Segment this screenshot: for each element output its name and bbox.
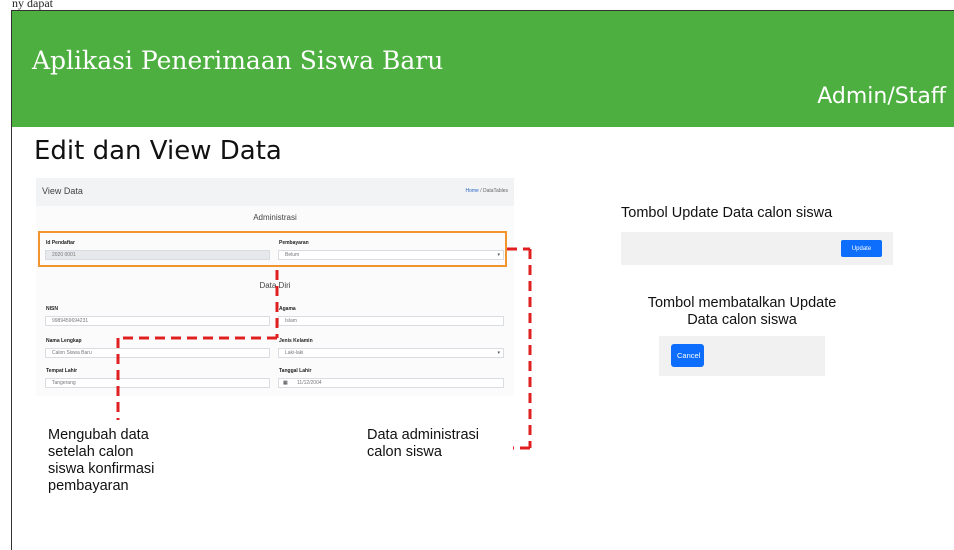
agama-label: Agama [279, 306, 296, 312]
edit-note-line: Mengubah data [48, 427, 149, 443]
cancel-caption-line: Tombol membatalkan Update [647, 295, 837, 311]
view-data-screenshot: View Data Home / DataTables Administrasi… [36, 178, 514, 396]
cancel-button[interactable]: Cancel [671, 344, 704, 367]
breadcrumb-home-link[interactable]: Home [465, 188, 478, 194]
admin-note: Data administrasi calon siswa [367, 427, 479, 461]
tanggal-lahir-value: 11/12/2004 [297, 380, 322, 386]
app-title: Aplikasi Penerimaan Siswa Baru [32, 46, 444, 75]
tanggal-lahir-field[interactable]: ▦ 11/12/2004 [278, 378, 504, 388]
tempat-lahir-field[interactable]: Tangerang [45, 378, 270, 388]
jenis-kelamin-label: Jenis Kelamin [279, 338, 313, 344]
edit-note-line: pembayaran [48, 478, 129, 494]
agama-field[interactable]: Islam [278, 316, 504, 326]
administrasi-heading: Administrasi [253, 213, 297, 222]
screenshot-header: View Data Home / DataTables [36, 178, 514, 206]
update-caption: Tombol Update Data calon siswa [621, 205, 833, 221]
administrasi-highlight-box [38, 231, 507, 267]
edit-note-line: setelah calon [48, 444, 134, 460]
jenis-kelamin-select[interactable]: Laki-laki ▾ [278, 348, 504, 358]
tempat-lahir-label: Tempat Lahir [46, 368, 78, 374]
data-diri-heading: Data Diri [259, 281, 291, 290]
breadcrumb-current: DataTables [482, 188, 508, 194]
update-button[interactable]: Update [841, 240, 882, 257]
nisn-field[interactable]: 9989459694231 [45, 316, 270, 326]
nisn-label: NISN [46, 306, 58, 312]
edit-note-line: siswa konfirmasi [48, 461, 155, 477]
breadcrumb: Home / DataTables [465, 188, 508, 194]
cancel-caption: Tombol membatalkan Update Data calon sis… [624, 295, 860, 329]
user-role: Admin/Staff [817, 84, 946, 109]
chevron-down-icon: ▾ [497, 350, 500, 356]
cancel-caption-line: Data calon siswa [687, 312, 797, 328]
nama-lengkap-field[interactable]: Calon Siswa Baru [45, 348, 270, 358]
jenis-kelamin-value: Laki-laki [285, 350, 304, 356]
admin-note-line: Data administrasi [367, 427, 480, 443]
edit-note: Mengubah data setelah calon siswa konfir… [48, 427, 154, 495]
nama-lengkap-label: Nama Lengkap [46, 338, 82, 344]
section-title: Edit dan View Data [34, 136, 282, 166]
tanggal-lahir-label: Tanggal Lahir [279, 368, 312, 374]
screenshot-page-title: View Data [42, 186, 83, 196]
calendar-icon: ▦ [283, 380, 288, 386]
admin-note-line: calon siswa [367, 444, 442, 460]
